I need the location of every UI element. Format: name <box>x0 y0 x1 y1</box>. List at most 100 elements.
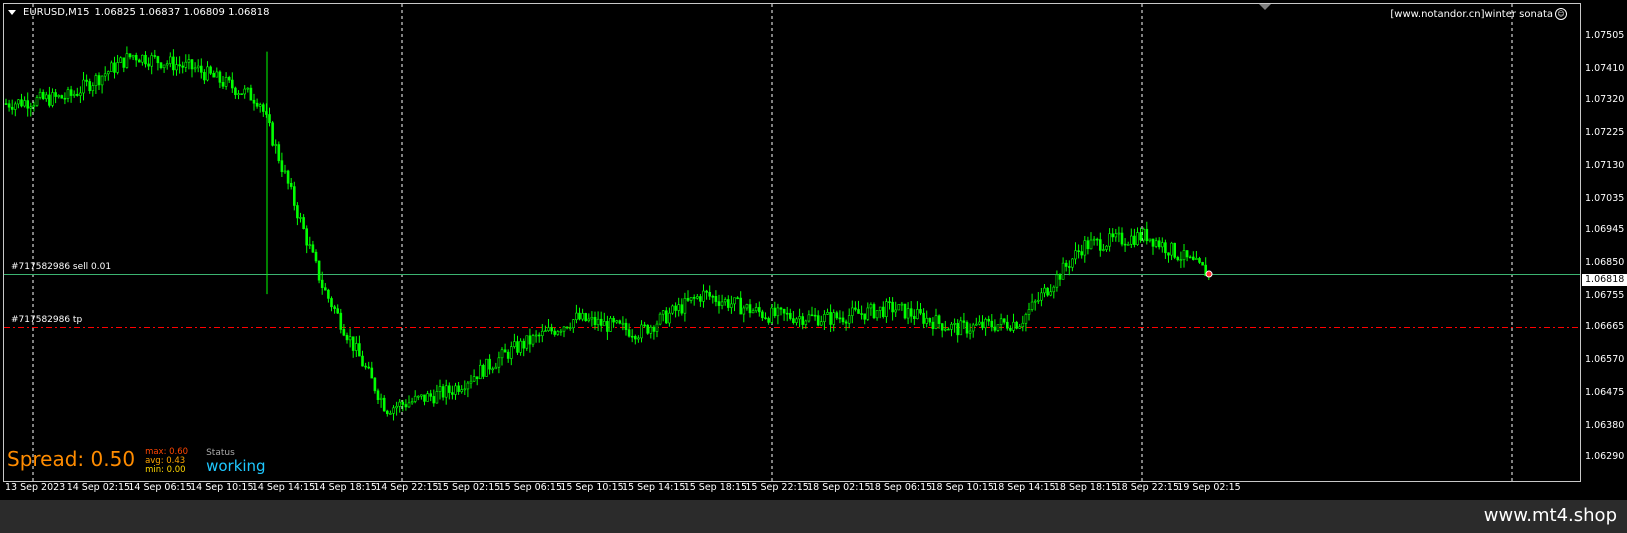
candle-body-133 <box>416 395 420 398</box>
candle-body-250 <box>779 307 783 310</box>
candle-body-121 <box>379 397 383 400</box>
candle-body-298 <box>928 317 932 323</box>
candle-body-9 <box>32 105 36 108</box>
candle-body-314 <box>978 321 981 325</box>
candle-body-371 <box>1154 240 1158 247</box>
candle-body-20 <box>66 89 70 99</box>
candle-body-365 <box>1136 232 1139 245</box>
candle-body-247 <box>770 307 774 323</box>
candle-body-302 <box>940 323 944 331</box>
candle-body-281 <box>875 310 879 319</box>
price-tick-label: 1.06945 <box>1585 224 1625 236</box>
price-tick-label: 1.06755 <box>1585 289 1625 301</box>
candle-body-348 <box>1083 240 1087 256</box>
current-price-label: 1.06818 <box>1582 274 1627 286</box>
time-tick-label: 14 Sep 02:15 <box>66 482 131 493</box>
chart-shift-marker-icon[interactable] <box>1259 4 1271 10</box>
candle-body-100 <box>314 251 318 262</box>
candle-body-320 <box>996 324 1000 331</box>
candle-body-192 <box>599 318 603 326</box>
candle-body-221 <box>689 297 693 301</box>
candle-body-220 <box>686 298 690 301</box>
candle-body-98 <box>308 244 312 247</box>
candle-body-72 <box>227 77 231 81</box>
candle-body-139 <box>435 391 439 404</box>
candle-body-67 <box>212 72 215 78</box>
candle-body-161 <box>503 349 507 353</box>
candle-body-210 <box>655 323 659 332</box>
spread-stats: max: 0.60 avg: 0.43 min: 0.00 <box>145 448 188 475</box>
smiley-icon: ☺ <box>1555 8 1567 20</box>
candle-body-201 <box>627 329 631 337</box>
candle-body-237 <box>739 297 743 315</box>
candle-body-204 <box>637 337 640 340</box>
candle-body-297 <box>925 317 929 324</box>
candle-body-289 <box>900 303 904 306</box>
candle-body-351 <box>1092 238 1096 241</box>
candle-body-34 <box>110 62 113 72</box>
candle-body-275 <box>857 309 860 314</box>
candle-body-226 <box>705 290 708 293</box>
candle-body-328 <box>1021 322 1025 328</box>
candle-body-134 <box>420 394 423 397</box>
candle-body-46 <box>147 63 150 67</box>
dropdown-triangle-icon[interactable] <box>8 10 16 15</box>
chart-window[interactable]: EURUSD,M15 1.06825 1.06837 1.06809 1.068… <box>0 0 1627 500</box>
candle-body-249 <box>776 307 780 317</box>
candle-body-22 <box>72 93 76 96</box>
price-tick-label: 1.06380 <box>1585 419 1625 431</box>
spread-min: min: 0.00 <box>145 465 186 475</box>
candle-body-307 <box>956 323 960 336</box>
candle-body-104 <box>327 289 330 299</box>
candle-body-273 <box>850 307 854 316</box>
candle-body-6 <box>23 100 26 107</box>
candle-body-28 <box>91 85 95 92</box>
price-chart[interactable] <box>0 0 1627 500</box>
candle-body-185 <box>578 312 581 320</box>
candle-body-341 <box>1061 262 1065 280</box>
candle-body-122 <box>382 397 386 412</box>
candle-body-60 <box>190 59 194 70</box>
candle-body-252 <box>785 312 789 315</box>
ohlc-values: 1.06825 1.06837 1.06809 1.06818 <box>94 7 270 18</box>
candle-body-25 <box>82 79 85 94</box>
candle-body-294 <box>916 309 919 319</box>
candle-body-1 <box>7 103 11 108</box>
candle-body-259 <box>807 314 811 322</box>
candle-body-166 <box>519 340 522 353</box>
candle-body-136 <box>426 393 429 402</box>
candle-body-287 <box>894 309 898 313</box>
candle-body-2 <box>10 106 14 110</box>
candle-body-54 <box>172 56 175 71</box>
candle-body-344 <box>1071 258 1074 268</box>
candle-body-350 <box>1089 239 1093 250</box>
candle-body-75 <box>237 93 240 96</box>
candle-body-316 <box>984 318 987 329</box>
candle-body-336 <box>1046 287 1049 296</box>
candle-body-332 <box>1033 300 1037 303</box>
time-tick-label: 19 Sep 02:15 <box>1177 482 1241 493</box>
candle-body-325 <box>1012 321 1015 331</box>
candle-body-199 <box>621 322 625 325</box>
candle-body-112 <box>351 336 355 351</box>
candle-body-120 <box>376 390 380 400</box>
price-tick-label: 1.07505 <box>1585 30 1625 41</box>
candle-body-304 <box>947 328 950 331</box>
candle-body-268 <box>835 312 839 319</box>
candle-body-198 <box>618 320 622 324</box>
candle-body-78 <box>246 87 250 90</box>
candle-body-107 <box>336 308 340 314</box>
candle-body-61 <box>193 67 197 70</box>
candle-body-360 <box>1120 232 1124 245</box>
candle-body-51 <box>162 64 166 69</box>
candle-body-87 <box>274 144 278 146</box>
candle-body-11 <box>38 91 42 98</box>
candle-body-324 <box>1009 327 1012 331</box>
symbol-header[interactable]: EURUSD,M15 1.06825 1.06837 1.06809 1.068… <box>8 7 269 18</box>
candle-body-337 <box>1049 291 1052 296</box>
candle-body-236 <box>736 297 739 300</box>
candle-body-97 <box>305 228 309 246</box>
candle-body-64 <box>203 72 206 81</box>
candle-body-202 <box>630 335 634 338</box>
candle-body-17 <box>57 95 61 97</box>
